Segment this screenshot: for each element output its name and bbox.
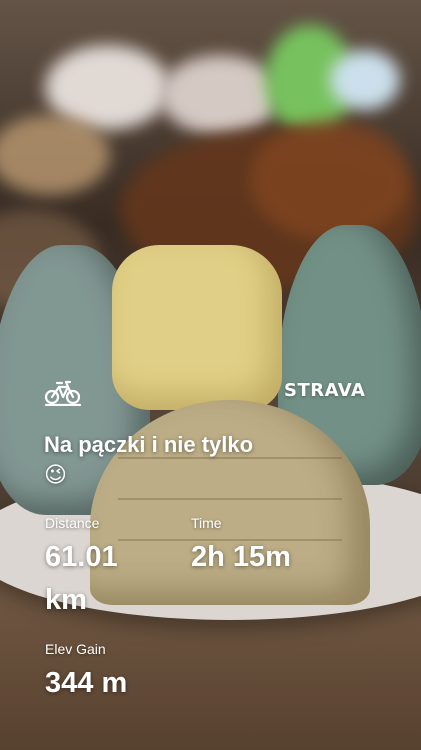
background-photo	[0, 0, 421, 750]
elev-gain-label: Elev Gain	[45, 641, 106, 657]
bike-icon	[44, 380, 82, 406]
elev-gain-value: 344 m	[45, 667, 128, 699]
time-label: Time	[191, 515, 222, 531]
strava-logo: STRAVA	[284, 380, 366, 401]
activity-title: Na pączki i nie tylko 😉	[44, 430, 374, 491]
overlay-shade	[0, 0, 421, 750]
activity-title-text: Na pączki i nie tylko	[44, 432, 254, 457]
distance-label: Distance	[45, 515, 100, 531]
time-value: 2h 15m	[191, 541, 291, 573]
distance-value: 61.01	[45, 541, 118, 573]
wink-emoji: 😉	[44, 463, 67, 488]
distance-unit: km	[45, 584, 87, 616]
